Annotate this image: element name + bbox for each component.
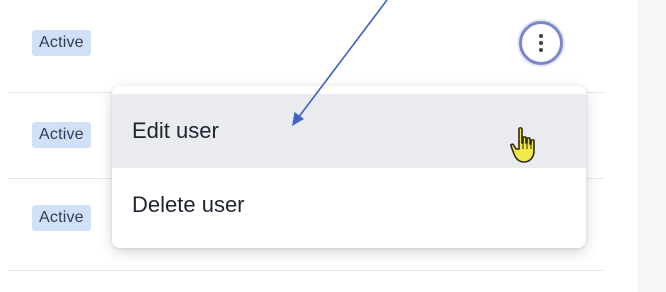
more-vertical-icon [539,33,543,54]
row-divider [8,270,604,271]
status-badge: Active [32,122,91,148]
row-actions-menu: Edit user Delete user [112,86,586,248]
side-panel [638,0,666,292]
delete-user-label: Delete user [132,192,245,217]
status-badge: Active [32,30,91,56]
delete-user-menu-item[interactable]: Delete user [112,168,586,242]
status-badge: Active [32,205,91,231]
row-actions-button[interactable] [519,21,563,65]
edit-user-label: Edit user [132,118,219,143]
gutter [612,0,638,292]
hand-pointer-icon [510,127,535,163]
